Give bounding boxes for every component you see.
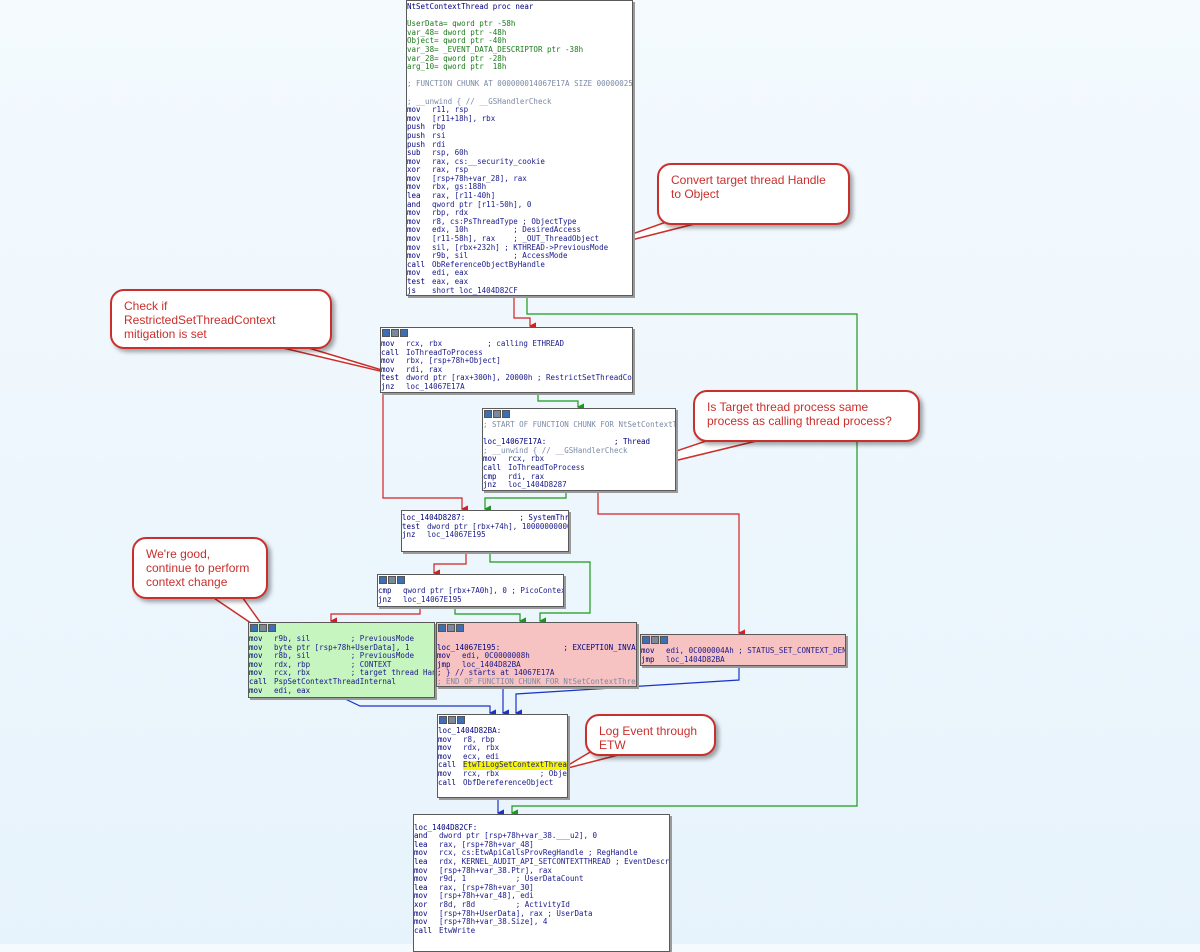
line-text: ; START OF FUNCTION CHUNK FOR NtSetConte… xyxy=(483,420,676,429)
code-block-system-thread-check[interactable]: loc_1404D8287: ; SystemThread? test dword … xyxy=(401,510,569,552)
edge-n3-n4 xyxy=(483,490,567,513)
rename-icon[interactable] xyxy=(660,636,668,644)
edge-n5-n6 xyxy=(329,606,421,625)
node-toolbar[interactable] xyxy=(378,575,563,585)
color-icon[interactable] xyxy=(651,636,659,644)
callout-convert-handle: Convert target thread Handle to Object xyxy=(657,163,850,225)
rename-icon[interactable] xyxy=(268,624,276,632)
mnemonic: jnz xyxy=(378,594,392,604)
edge-n2-n3 xyxy=(537,392,584,411)
mnemonic: jnz xyxy=(381,381,395,391)
asm-line[interactable]: call EtwWrite xyxy=(414,925,669,936)
node-toolbar[interactable] xyxy=(381,328,632,338)
line-text: ; __unwind { // __GSHandlerCheck xyxy=(407,96,552,106)
operands: short loc_1404D82CF xyxy=(432,285,518,295)
code-block-etw-write[interactable]: loc_1404D82CF: and dword ptr [rsp+78h+var_… xyxy=(413,814,670,952)
asm-line[interactable]: call ObfDereferenceObject xyxy=(438,777,567,788)
asm-line[interactable]: mov edi, eax xyxy=(249,685,434,696)
graph-icon[interactable] xyxy=(379,576,387,584)
asm-line[interactable]: jnz loc_14067E195 xyxy=(402,531,568,540)
mnemonic: jnz xyxy=(483,480,497,490)
asm-line[interactable]: jnz loc_14067E17A xyxy=(381,381,632,392)
node-toolbar[interactable] xyxy=(438,715,567,725)
operands: loc_1404D8287 xyxy=(508,480,567,490)
line-text: NtSetContextThread proc near xyxy=(407,2,534,11)
node-toolbar[interactable] xyxy=(483,409,675,419)
node-toolbar[interactable] xyxy=(641,635,845,645)
line-text: ; FUNCTION CHUNK AT 000000014067E17A SIZ… xyxy=(407,79,633,89)
code-block-restrict-check[interactable]: mov rcx, rbx ; calling ETHREAD call IoThrea… xyxy=(380,327,633,393)
line-text: ; __unwind { // __GSHandlerCheck xyxy=(483,445,628,455)
mnemonic: js xyxy=(407,285,417,295)
mnemonic: mov xyxy=(249,685,263,695)
rename-icon[interactable] xyxy=(456,624,464,632)
graph-icon[interactable] xyxy=(642,636,650,644)
edge-n2-n4 xyxy=(382,392,468,513)
asm-line[interactable]: mov rdx, rbx xyxy=(438,744,567,753)
code-block-same-process-check[interactable]: ; START OF FUNCTION CHUNK FOR NtSetConte… xyxy=(482,408,676,491)
graph-icon[interactable] xyxy=(439,716,447,724)
asm-line[interactable]: ; FUNCTION CHUNK AT 000000014067E17A SIZ… xyxy=(407,80,632,89)
color-icon[interactable] xyxy=(391,329,399,337)
asm-line[interactable]: jnz loc_1404D8287 xyxy=(483,481,675,490)
asm-line[interactable]: ; START OF FUNCTION CHUNK FOR NtSetConte… xyxy=(483,420,676,430)
node-toolbar[interactable] xyxy=(249,623,434,633)
callout-log-event-etw: Log Event through ETW xyxy=(585,714,716,756)
color-icon[interactable] xyxy=(259,624,267,632)
operands: EtwWrite xyxy=(439,925,476,935)
rename-icon[interactable] xyxy=(457,716,465,724)
code-block-exception-invalid-handle[interactable]: loc_14067E195: ; EXCEPTION_INVALID_HANDL… xyxy=(436,622,637,687)
callout-restricted-set-thread-context: Check if RestrictedSetThreadContext miti… xyxy=(110,289,332,349)
edge-n3-n8 xyxy=(597,490,745,637)
code-block-status-set-context-denied[interactable]: mov edi, 0C000004Ah ; STATUS_SET_CONTEXT_… xyxy=(640,634,846,666)
operands: loc_14067E195 xyxy=(403,594,462,604)
line-text: ; END OF FUNCTION CHUNK FOR NtSetContext… xyxy=(437,676,637,686)
asm-line[interactable]: js short loc_1404D82CF xyxy=(407,285,632,295)
code-block-set-context-internal[interactable]: mov r9b, sil ; PreviousMode mov byte ptr [r… xyxy=(248,622,435,698)
node-toolbar[interactable] xyxy=(437,623,636,633)
asm-line[interactable]: mov r8, rbp xyxy=(438,735,567,745)
rename-icon[interactable] xyxy=(400,329,408,337)
mnemonic: jmp xyxy=(641,654,655,664)
asm-line[interactable]: ; END OF FUNCTION CHUNK FOR NtSetContext… xyxy=(437,676,637,686)
code-block-ntsetcontextthread-entry[interactable]: NtSetContextThread proc near UserData= qw… xyxy=(406,0,633,296)
asm-line[interactable]: jmp loc_1404D82BA xyxy=(641,654,845,665)
operands: loc_14067E195 xyxy=(427,530,486,540)
callout-same-process: Is Target thread process same process as… xyxy=(693,390,920,442)
operands: edi, eax xyxy=(274,685,311,695)
operands: loc_1404D82BA xyxy=(666,654,725,664)
operands: loc_14067E17A xyxy=(406,381,465,391)
asm-line[interactable]: loc_1404D82BA: xyxy=(438,726,567,736)
graph-icon[interactable] xyxy=(382,329,390,337)
code-block-etw-log-set-context[interactable]: loc_1404D82BA: mov r8, rbp mov rdx, rbx mov ec… xyxy=(437,714,568,798)
color-icon[interactable] xyxy=(448,716,456,724)
mnemonic: call xyxy=(414,925,433,935)
color-icon[interactable] xyxy=(388,576,396,584)
graph-icon[interactable] xyxy=(438,624,446,632)
callout-continue-context-change: We're good, continue to perform context … xyxy=(132,537,268,599)
rename-icon[interactable] xyxy=(502,410,510,418)
asm-line[interactable]: arg_10= qword ptr 18h xyxy=(407,63,632,72)
mnemonic: jnz xyxy=(402,530,416,540)
mnemonic: call xyxy=(438,777,457,787)
line-text: arg_10= qword ptr 18h xyxy=(407,62,507,72)
graph-icon[interactable] xyxy=(250,624,258,632)
asm-line[interactable]: jnz loc_14067E195 xyxy=(378,594,563,605)
code-block-pico-context-check[interactable]: cmp qword ptr [rbx+7A0h], 0 ; PicoContext… xyxy=(377,574,564,607)
color-icon[interactable] xyxy=(447,624,455,632)
asm-line[interactable]: NtSetContextThread proc near xyxy=(407,2,632,12)
color-icon[interactable] xyxy=(493,410,501,418)
edge-n6-n9 xyxy=(340,696,496,717)
operands: ObfDereferenceObject xyxy=(463,777,554,787)
graph-icon[interactable] xyxy=(484,410,492,418)
edge-n5-n7 xyxy=(454,606,526,625)
rename-icon[interactable] xyxy=(397,576,405,584)
